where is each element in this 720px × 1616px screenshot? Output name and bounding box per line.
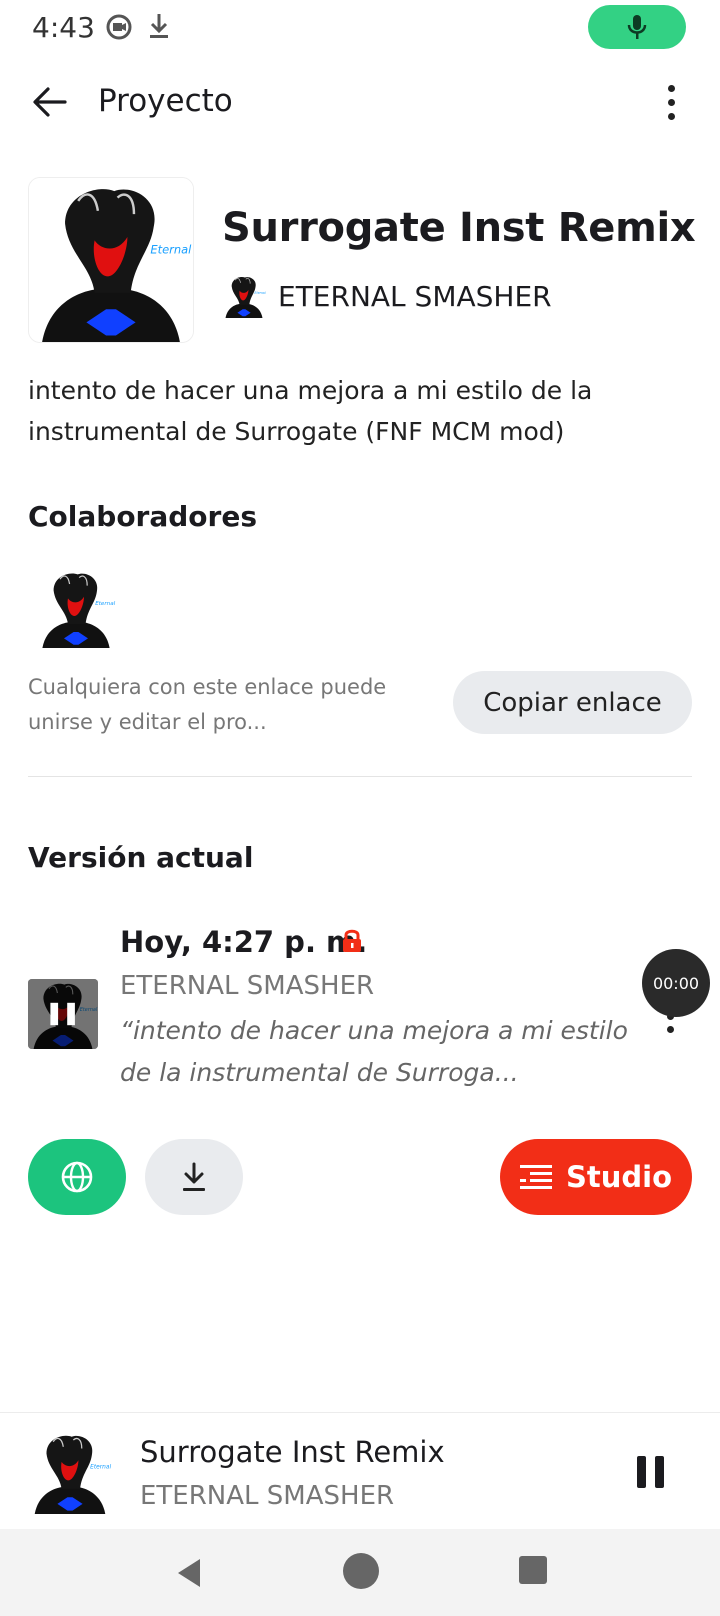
divider (28, 776, 692, 777)
download-button[interactable] (145, 1139, 243, 1215)
pause-icon[interactable] (630, 1452, 670, 1492)
nav-recents-icon[interactable] (519, 1556, 547, 1584)
version-play-pause-button[interactable] (28, 979, 98, 1049)
status-time: 4:43 (32, 11, 95, 44)
studio-icon (519, 1165, 552, 1189)
download-icon (150, 14, 168, 38)
lock-icon (343, 929, 361, 952)
mini-player-cover[interactable] (28, 1430, 112, 1514)
author-avatar[interactable] (221, 273, 267, 319)
more-dot (666, 1026, 674, 1033)
version-note: “intento de hacer una mejora a mi estilo… (120, 1016, 628, 1087)
download-icon (183, 1162, 205, 1191)
studio-button-label: Studio (565, 1160, 673, 1194)
microphone-icon (627, 15, 647, 39)
collaborator-avatar[interactable] (35, 567, 117, 649)
project-description: intento de hacer una mejora a mi estilo … (28, 376, 593, 446)
project-cover-image (28, 177, 194, 343)
current-version-heading: Versión actual (28, 841, 254, 874)
nav-back-icon[interactable] (170, 1553, 210, 1593)
more-dot (667, 112, 675, 120)
publish-button[interactable] (28, 1139, 126, 1215)
playback-timer: 00:00 (642, 949, 710, 1017)
version-author: ETERNAL SMASHER (120, 971, 375, 1001)
more-dot (667, 98, 675, 106)
microphone-indicator[interactable] (588, 5, 686, 49)
page-title: Proyecto (98, 83, 233, 119)
author-name[interactable]: ETERNAL SMASHER (278, 278, 552, 316)
mini-player-author: ETERNAL SMASHER (140, 1481, 395, 1511)
back-button[interactable] (24, 76, 76, 128)
more-options-button[interactable] (650, 76, 692, 128)
screen-record-icon (106, 14, 132, 40)
nav-home-icon[interactable] (343, 1553, 379, 1589)
globe-icon (61, 1161, 93, 1193)
mini-player-title[interactable]: Surrogate Inst Remix (140, 1432, 445, 1472)
more-vertical-icon (667, 84, 675, 92)
collaborators-heading: Colaboradores (28, 500, 258, 533)
share-link-description: Cualquiera con este enlace puede unirse … (28, 675, 387, 734)
version-date: Hoy, 4:27 p. m. (120, 925, 368, 959)
pause-icon (50, 1002, 59, 1026)
project-title: Surrogate Inst Remix (222, 205, 696, 251)
copy-link-button[interactable]: Copiar enlace (453, 671, 692, 734)
arrow-left-icon (33, 87, 67, 117)
open-studio-button[interactable]: Studio (500, 1139, 692, 1215)
